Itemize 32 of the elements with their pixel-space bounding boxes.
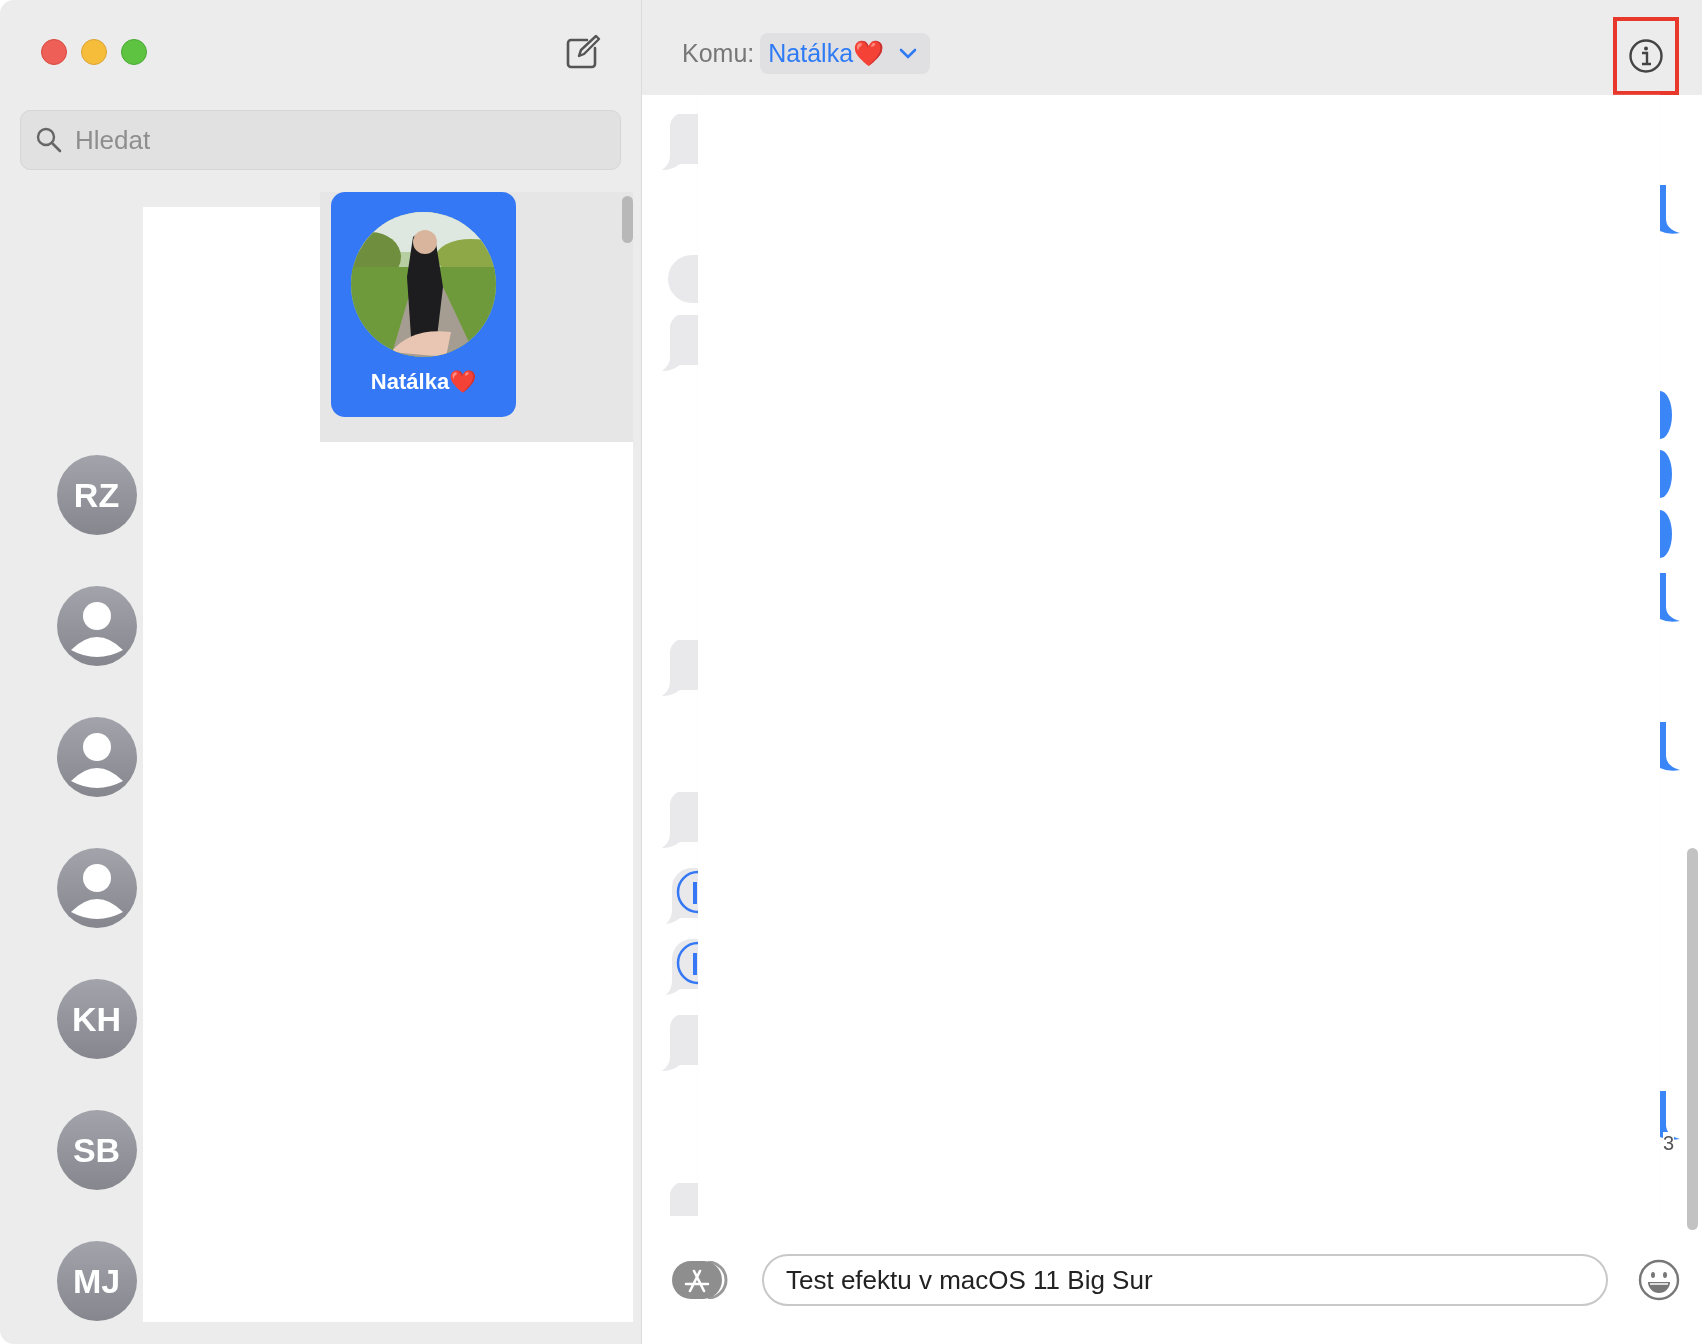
app-store-button[interactable] [672,1261,728,1299]
search-icon [35,126,63,154]
contact-avatar[interactable]: SB [56,1110,137,1190]
message-input[interactable]: Test efektu v macOS 11 Big Sur [784,1263,1586,1297]
message-input[interactable]: Test efektu v macOS 11 Big Sur [762,1254,1608,1306]
info-button[interactable] [1613,16,1679,95]
message-bubble [1660,450,1672,498]
link-preview-bubble [664,939,698,997]
message-bubble [1660,573,1680,623]
info-icon[interactable] [1628,37,1664,74]
zoom-button[interactable] [121,39,147,65]
contact-name: Natálka❤ [370,369,477,395]
close-button[interactable] [41,39,67,65]
to-label: Komu: [682,39,755,68]
minimize-button[interactable] [81,39,107,65]
message-bubble [1660,185,1680,235]
contact-avatar[interactable]: MJ [56,1241,137,1321]
message-bubble [1660,510,1672,558]
chevron-icon[interactable] [898,46,919,61]
search-field[interactable]: Hledat [20,110,621,170]
message-bubble [1660,391,1672,439]
contact-avatar[interactable]: RZ [56,455,137,535]
pinned-contact[interactable]: Natálka❤ [331,192,516,417]
compose-icon[interactable] [565,34,601,70]
link-preview-bubble [664,868,698,926]
contact-avatar[interactable]: KH [56,979,137,1059]
scrollbar[interactable] [1687,848,1698,1230]
search-field[interactable]: Hledat [73,123,577,157]
scrollbar[interactable] [622,196,633,243]
recipient-token[interactable]: Natálka❤ [760,33,931,74]
emoji-icon[interactable] [1638,1259,1680,1301]
message-bubble [1660,722,1680,772]
